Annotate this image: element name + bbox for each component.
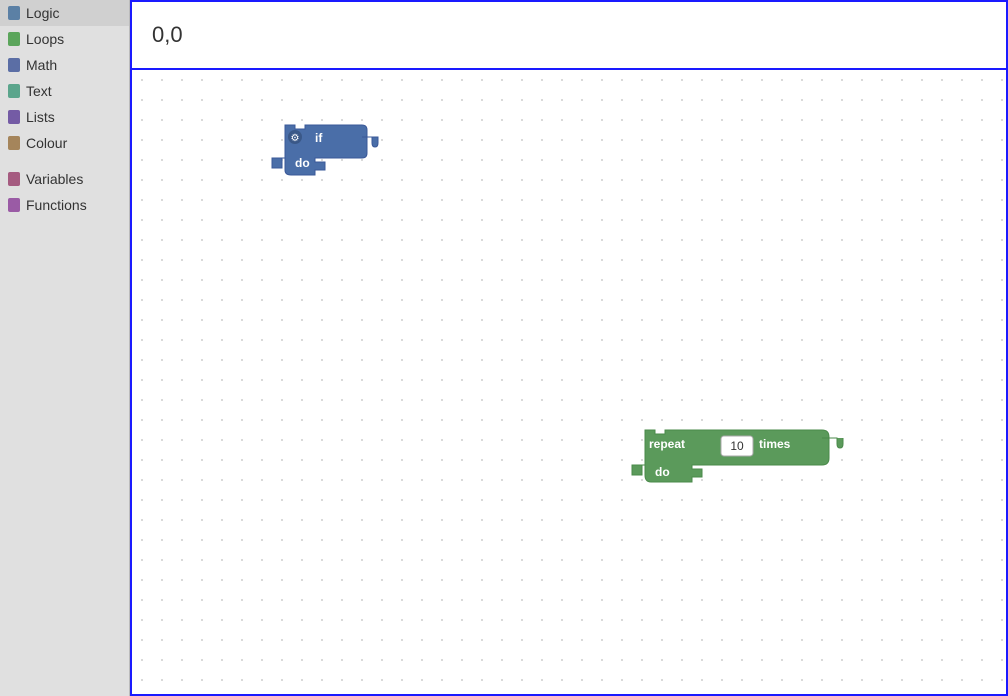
sidebar-label-loops: Loops — [26, 31, 64, 47]
functions-color — [8, 198, 20, 212]
coordinates-display: 0,0 — [152, 22, 183, 48]
sidebar-item-math[interactable]: Math — [0, 52, 129, 78]
sidebar-item-text[interactable]: Text — [0, 78, 129, 104]
sidebar-item-logic[interactable]: Logic — [0, 0, 129, 26]
svg-text:do: do — [655, 465, 670, 479]
sidebar-label-text: Text — [26, 83, 52, 99]
sidebar-label-lists: Lists — [26, 109, 55, 125]
svg-text:times: times — [759, 437, 791, 451]
coord-bar: 0,0 — [130, 0, 1008, 70]
sidebar-label-logic: Logic — [26, 5, 59, 21]
sidebar-item-functions[interactable]: Functions — [0, 192, 129, 218]
if-label: if — [315, 131, 323, 145]
loops-color — [8, 32, 20, 46]
svg-text:10: 10 — [730, 439, 744, 453]
main-area: 0,0 ⚙ if do — [130, 0, 1008, 696]
svg-text:repeat: repeat — [649, 437, 685, 451]
sidebar: Logic Loops Math Text Lists Colour Varia… — [0, 0, 130, 696]
colour-color — [8, 136, 20, 150]
logic-color — [8, 6, 20, 20]
sidebar-label-variables: Variables — [26, 171, 83, 187]
variables-color — [8, 172, 20, 186]
sidebar-label-functions: Functions — [26, 197, 87, 213]
repeat-block-svg: repeat 10 times do — [637, 430, 837, 500]
if-block[interactable]: ⚙ if do — [277, 125, 367, 190]
sidebar-label-colour: Colour — [26, 135, 67, 151]
svg-text:do: do — [295, 156, 310, 170]
math-color — [8, 58, 20, 72]
sidebar-item-loops[interactable]: Loops — [0, 26, 129, 52]
text-color — [8, 84, 20, 98]
sidebar-item-colour[interactable]: Colour — [0, 130, 129, 156]
svg-text:⚙: ⚙ — [291, 133, 300, 144]
sidebar-item-variables[interactable]: Variables — [0, 166, 129, 192]
canvas-area[interactable]: ⚙ if do repeat 10 — [130, 70, 1008, 696]
repeat-block[interactable]: repeat 10 times do — [637, 430, 822, 495]
sidebar-item-lists[interactable]: Lists — [0, 104, 129, 130]
lists-color — [8, 110, 20, 124]
if-block-svg: ⚙ if do — [277, 125, 372, 195]
sidebar-label-math: Math — [26, 57, 57, 73]
